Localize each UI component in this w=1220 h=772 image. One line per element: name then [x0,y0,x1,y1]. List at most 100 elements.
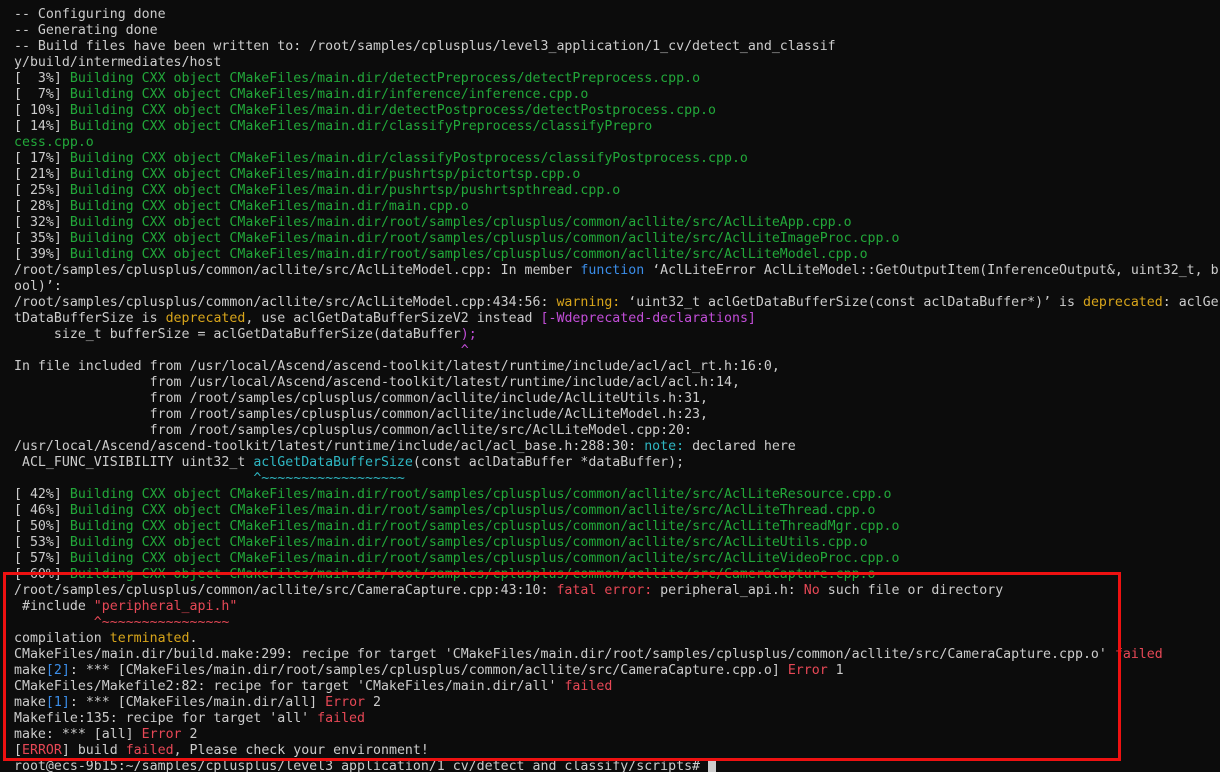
terminal-text: failed [1114,647,1163,662]
terminal-text: ^~~~~~~~~~~~~~~~~ [93,615,230,630]
terminal-text: /root/samples/cplusplus/common/acllite/s… [14,583,557,598]
terminal-text: function [580,263,645,278]
terminal-text: deprecated [165,311,246,326]
terminal-line: [ 10%] Building CXX object CMakeFiles/ma… [14,103,1219,119]
terminal-line: compilation terminated. [14,631,1219,647]
terminal-line: [ 57%] Building CXX object CMakeFiles/ma… [14,551,1219,567]
terminal-text: /root/samples/cplusplus/common/acllite/s… [14,295,557,310]
terminal-text: Building CXX object CMakeFiles/main.dir/… [69,503,876,518]
terminal-text: [ 21%] [14,167,70,182]
terminal-text: -- Configuring done [14,7,166,22]
terminal-text: Building CXX object CMakeFiles/main.dir/… [69,215,852,230]
terminal-text: from /root/samples/cplusplus/common/acll… [14,423,693,438]
terminal-text: Error [141,727,182,742]
terminal-line: make[2]: *** [CMakeFiles/main.dir/root/s… [14,663,1219,679]
terminal-line: -- Configuring done [14,7,1219,23]
terminal-text: Building CXX object CMakeFiles/main.dir/… [69,151,748,166]
terminal-text: Building CXX object CMakeFiles/main.dir/… [69,567,876,582]
terminal-text: aclGetDataBufferSize [253,455,413,470]
terminal-line: [ 53%] Building CXX object CMakeFiles/ma… [14,535,1219,551]
terminal-line: #include "peripheral_api.h" [14,599,1219,615]
terminal-text: such file or directory [819,583,1004,598]
terminal-line: -- Build files have been written to: /ro… [14,39,1219,55]
terminal-lines: -- Configuring done -- Generating done -- … [14,7,1219,759]
terminal-text: [ 28%] [14,199,70,214]
terminal-text: [ 10%] [14,103,70,118]
terminal-text: ‘AclLiteError AclLiteModel::GetOutputIte… [644,263,1219,278]
terminal-text: [ 17%] [14,151,70,166]
terminal-text: failed [125,743,174,758]
terminal-line: make: *** [all] Error 2 [14,727,1219,743]
terminal-text: ERROR [21,743,62,758]
terminal-text: 1 [827,663,844,678]
terminal-text: In file included from /usr/local/Ascend/… [14,359,780,374]
terminal-line: In file included from /usr/local/Ascend/… [14,359,1219,375]
terminal-text: warning: [556,295,621,310]
terminal-text: [ 3%] [14,71,70,86]
terminal-text: failed [317,711,366,726]
terminal-text: Building CXX object CMakeFiles/main.dir/… [69,487,892,502]
terminal-text: ‘uint32_t aclGetDataBufferSize(const acl… [620,295,1083,310]
terminal-text: make: *** [all] [14,727,142,742]
terminal-line: [ 21%] Building CXX object CMakeFiles/ma… [14,167,1219,183]
terminal-text: Building CXX object CMakeFiles/main.dir/… [69,519,900,534]
terminal-line: CMakeFiles/Makefile2:82: recipe for targ… [14,679,1219,695]
terminal-text: [ 60%] [14,567,70,582]
terminal-text: [ 7%] [14,87,70,102]
terminal-line: [ 39%] Building CXX object CMakeFiles/ma… [14,247,1219,263]
terminal-text: Error [787,663,828,678]
terminal-text: /usr/local/Ascend/ascend-toolkit/latest/… [14,439,645,454]
terminal-text: . [189,631,198,646]
terminal-window[interactable]: -- Configuring done -- Generating done -- … [0,0,1220,772]
terminal-text: -- Build files have been written to: /ro… [14,39,836,54]
terminal-text: CMakeFiles/Makefile2:82: recipe for targ… [14,679,565,694]
terminal-text: from /root/samples/cplusplus/common/acll… [14,407,709,422]
terminal-text: peripheral_api.h: [652,583,804,598]
terminal-text: "peripheral_api.h" [93,599,238,614]
terminal-text: : *** [CMakeFiles/main.dir/all] [69,695,326,710]
terminal-text: Building CXX object CMakeFiles/main.dir/… [69,87,589,102]
terminal-text: 2 [365,695,381,710]
terminal-line: [ 42%] Building CXX object CMakeFiles/ma… [14,487,1219,503]
terminal-line: from /root/samples/cplusplus/common/acll… [14,407,1219,423]
terminal-text: ool)’: [14,279,62,294]
terminal-text: size_t bufferSize = aclGetDataBufferSize… [14,327,461,342]
terminal-line: -- Generating done [14,23,1219,39]
terminal-line: ^ [14,343,1219,359]
terminal-text: [2] [45,663,70,678]
terminal-line: [ 60%] Building CXX object CMakeFiles/ma… [14,567,1219,583]
terminal-line: [ 32%] Building CXX object CMakeFiles/ma… [14,215,1219,231]
terminal-text: Building CXX object CMakeFiles/main.dir/… [69,247,868,262]
terminal-text: Building CXX object CMakeFiles/main.dir/… [69,199,469,214]
terminal-text: tDataBufferSize is [14,311,166,326]
terminal-text: failed [564,679,613,694]
terminal-text: 2 [181,727,198,742]
terminal-line: from /usr/local/Ascend/ascend-toolkit/la… [14,375,1219,391]
terminal-text: ^ [460,343,469,358]
terminal-text: [ 46%] [14,503,70,518]
terminal-line: CMakeFiles/main.dir/build.make:299: reci… [14,647,1219,663]
terminal-text: [ 35%] [14,231,70,246]
terminal-line: tDataBufferSize is deprecated, use aclGe… [14,311,1219,327]
terminal-text: from /usr/local/Ascend/ascend-toolkit/la… [14,375,740,390]
terminal-line: from /root/samples/cplusplus/common/acll… [14,391,1219,407]
terminal-text: , use aclGetDataBufferSizeV2 instead [245,311,541,326]
shell-prompt-line[interactable]: root@ecs-9b15:~/samples/cplusplus/level3… [14,759,1219,772]
terminal-line: [ 50%] Building CXX object CMakeFiles/ma… [14,519,1219,535]
terminal-text: No [803,583,820,598]
terminal-line: [ERROR] build failed, Please check your … [14,743,1219,759]
terminal-text: [ 42%] [14,487,70,502]
terminal-text: ] build [61,743,126,758]
terminal-text: (const aclDataBuffer *dataBuffer); [412,455,685,470]
terminal-text: #include [14,599,94,614]
terminal-line: /root/samples/cplusplus/common/acllite/s… [14,263,1219,279]
terminal-text: : *** [CMakeFiles/main.dir/root/samples/… [69,663,788,678]
terminal-text: ^~~~~~~~~~~~~~~~~~~ [253,471,405,486]
terminal-output[interactable]: -- Configuring done -- Generating done -- … [14,7,1219,772]
terminal-text: CMakeFiles/main.dir/build.make:299: reci… [14,647,1115,662]
terminal-text: /root/samples/cplusplus/common/acllite/s… [14,263,581,278]
terminal-text: deprecated [1082,295,1163,310]
